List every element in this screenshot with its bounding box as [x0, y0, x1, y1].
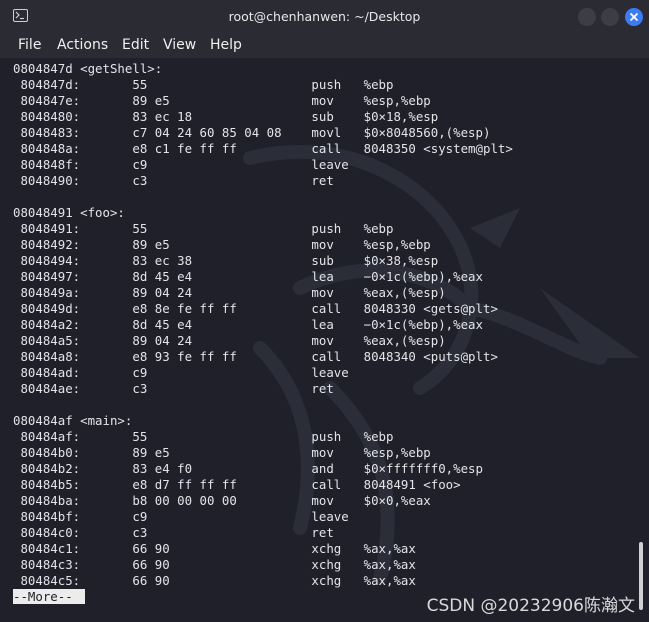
output-line: 8048497: 8d 45 e4 lea −0×1c(%ebp),%eax	[13, 269, 483, 284]
output-line: 80484bf: c9 leave	[13, 509, 349, 524]
scrollbar[interactable]	[639, 542, 643, 610]
output-line: 80484c1: 66 90 xchg %ax,%ax	[13, 541, 416, 556]
output-line: 804848a: e8 c1 fe ff ff call 8048350 <sy…	[13, 141, 513, 156]
output-line: 8048490: c3 ret	[13, 173, 334, 188]
menu-actions[interactable]: Actions	[57, 36, 108, 54]
menu-file[interactable]: File	[18, 36, 41, 54]
csdn-watermark: CSDN @20232906陈瀚文	[426, 596, 635, 616]
pager-prompt[interactable]: --More--	[13, 589, 85, 604]
output-line: 80484a8: e8 93 fe ff ff call 8048340 <pu…	[13, 349, 498, 364]
output-line: 80484a5: 89 04 24 mov %eax,(%esp)	[13, 333, 446, 348]
menu-bar: File Actions Edit View Help	[0, 34, 649, 58]
output-line: 8048491: 55 push %ebp	[13, 221, 394, 236]
output-line: 0804847d <getShell>:	[13, 61, 163, 76]
output-line: 8048492: 89 e5 mov %esp,%ebp	[13, 237, 431, 252]
output-line: 080484af <main>:	[13, 413, 133, 428]
output-line: 80484ad: c9 leave	[13, 365, 349, 380]
terminal-output[interactable]: 0804847d <getShell>: 804847d: 55 push %e…	[0, 58, 649, 622]
output-line: 80484b2: 83 e4 f0 and $0×fffffff0,%esp	[13, 461, 483, 476]
output-line: 8048494: 83 ec 38 sub $0×38,%esp	[13, 253, 439, 268]
output-line: 08048491 <foo>:	[13, 205, 125, 220]
close-button[interactable]	[625, 8, 643, 26]
terminal-window: root@chenhanwen: ~/Desktop File Actions …	[0, 0, 649, 622]
output-line: 80484a2: 8d 45 e4 lea −0×1c(%ebp),%eax	[13, 317, 483, 332]
output-line: 80484c0: c3 ret	[13, 525, 334, 540]
output-line: 804847d: 55 push %ebp	[13, 77, 394, 92]
menu-view[interactable]: View	[163, 36, 196, 54]
output-line: 804849a: 89 04 24 mov %eax,(%esp)	[13, 285, 446, 300]
close-icon	[629, 12, 639, 22]
output-line: 8048480: 83 ec 18 sub $0×18,%esp	[13, 109, 439, 124]
title-bar[interactable]: root@chenhanwen: ~/Desktop	[0, 0, 649, 34]
output-line: 80484c3: 66 90 xchg %ax,%ax	[13, 557, 416, 572]
output-line: 8048483: c7 04 24 60 85 04 08 movl $0×80…	[13, 125, 491, 140]
output-line: 80484ae: c3 ret	[13, 381, 334, 396]
menu-edit[interactable]: Edit	[122, 36, 149, 54]
menu-help[interactable]: Help	[210, 36, 242, 54]
output-line: 804847e: 89 e5 mov %esp,%ebp	[13, 93, 431, 108]
output-line: 80484c5: 66 90 xchg %ax,%ax	[13, 573, 416, 588]
output-line: 80484b5: e8 d7 ff ff ff call 8048491 <fo…	[13, 477, 461, 492]
output-line: 80484af: 55 push %ebp	[13, 429, 394, 444]
window-title: root@chenhanwen: ~/Desktop	[228, 9, 421, 24]
maximize-button[interactable]	[601, 8, 619, 26]
output-line: 804848f: c9 leave	[13, 157, 349, 172]
output-line: 80484b0: 89 e5 mov %esp,%ebp	[13, 445, 431, 460]
minimize-button[interactable]	[578, 8, 596, 26]
output-line: 80484ba: b8 00 00 00 00 mov $0×0,%eax	[13, 493, 431, 508]
output-line: 804849d: e8 8e fe ff ff call 8048330 <ge…	[13, 301, 498, 316]
